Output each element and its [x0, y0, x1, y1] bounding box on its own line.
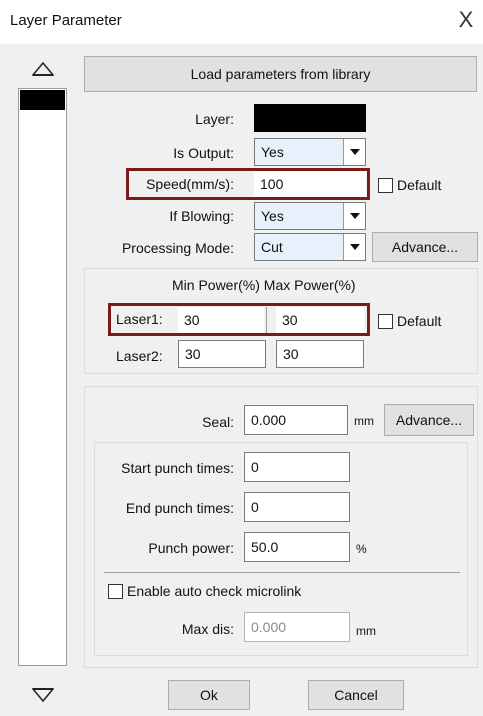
speed-default-checkbox[interactable]: Default — [378, 177, 441, 193]
laser2-max-input[interactable]: 30 — [276, 340, 364, 368]
laser1-label: Laser1: — [116, 311, 163, 327]
if-blowing-label: If Blowing: — [169, 208, 234, 224]
chevron-down-icon[interactable] — [343, 234, 365, 260]
triangle-down-icon[interactable] — [18, 682, 67, 708]
processing-advance-button[interactable]: Advance... — [372, 232, 478, 262]
chevron-down-icon[interactable] — [343, 139, 365, 165]
punch-power-label: Punch power: — [148, 540, 234, 556]
cancel-button[interactable]: Cancel — [308, 680, 404, 710]
power-header: Min Power(%) Max Power(%) — [172, 277, 356, 293]
close-icon[interactable]: X — [452, 6, 480, 34]
max-dis-unit: mm — [356, 624, 376, 638]
ok-button[interactable]: Ok — [168, 680, 250, 710]
laser1-divider — [266, 307, 267, 333]
end-punch-input[interactable]: 0 — [244, 492, 350, 522]
divider — [104, 572, 460, 573]
checkbox-icon[interactable] — [378, 177, 393, 193]
title-bar: Layer Parameter X — [0, 0, 483, 44]
seal-label: Seal: — [202, 414, 234, 430]
layer-list-item[interactable] — [20, 90, 65, 110]
punch-power-unit: % — [356, 542, 367, 556]
seal-input[interactable]: 0.000 — [244, 405, 348, 435]
max-dis-input[interactable]: 0.000 — [244, 612, 350, 642]
layer-label: Layer: — [195, 111, 234, 127]
laser1-max-input[interactable]: 30 — [276, 307, 364, 333]
start-punch-input[interactable]: 0 — [244, 452, 350, 482]
if-blowing-select[interactable]: Yes — [254, 202, 366, 230]
end-punch-label: End punch times: — [125, 500, 234, 516]
start-punch-label: Start punch times: — [121, 460, 234, 476]
seal-unit: mm — [354, 414, 374, 428]
laser2-min-input[interactable]: 30 — [178, 340, 266, 368]
processing-mode-label: Processing Mode: — [121, 240, 234, 256]
load-parameters-button[interactable]: Load parameters from library — [84, 56, 477, 92]
speed-input[interactable]: 100 — [254, 171, 366, 197]
laser1-min-input[interactable]: 30 — [178, 307, 264, 333]
is-output-label: Is Output: — [173, 145, 234, 161]
processing-mode-select[interactable]: Cut — [254, 233, 366, 261]
checkbox-icon[interactable] — [108, 583, 123, 599]
seal-advance-button[interactable]: Advance... — [384, 404, 474, 436]
laser2-label: Laser2: — [116, 348, 163, 364]
layer-list[interactable] — [18, 88, 67, 666]
speed-label: Speed(mm/s): — [146, 176, 234, 192]
layer-color-swatch[interactable] — [254, 104, 366, 132]
max-dis-label: Max dis: — [181, 621, 234, 637]
triangle-up-icon[interactable] — [18, 56, 67, 82]
power-default-checkbox[interactable]: Default — [378, 313, 441, 329]
punch-power-input[interactable]: 50.0 — [244, 532, 350, 562]
window-title: Layer Parameter — [10, 12, 122, 29]
chevron-down-icon[interactable] — [343, 203, 365, 229]
is-output-select[interactable]: Yes — [254, 138, 366, 166]
checkbox-icon[interactable] — [378, 313, 393, 329]
enable-microlink-checkbox[interactable]: Enable auto check microlink — [108, 583, 301, 599]
